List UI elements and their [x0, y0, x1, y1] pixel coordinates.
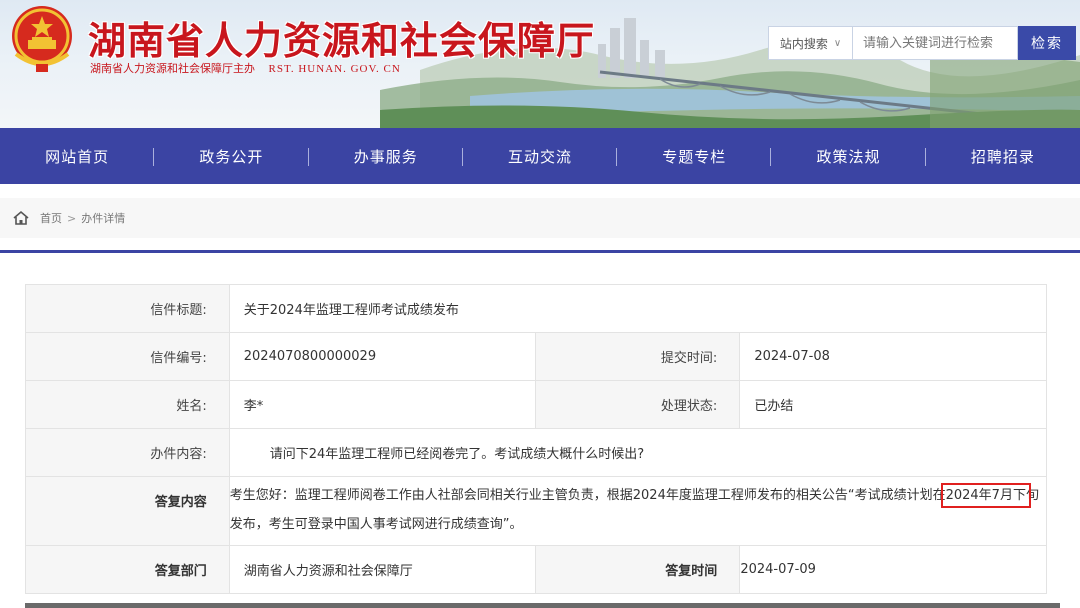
breadcrumb-current: 办件详情 — [81, 212, 126, 225]
site-subtitle: 湖南省人力资源和社会保障厅主办 RST. HUNAN. GOV. CN — [90, 60, 401, 76]
nav-item-policies[interactable]: 政策法规 — [771, 146, 926, 167]
bottom-scroll-edge — [25, 603, 1060, 608]
reply-label: 答复内容 — [25, 476, 230, 546]
nav-item-topics[interactable]: 专题专栏 — [617, 146, 772, 167]
nav-item-services[interactable]: 办事服务 — [309, 146, 464, 167]
submit-time-label: 提交时间: — [534, 332, 741, 381]
search-input-wrap — [852, 26, 1018, 60]
search-scope-label: 站内搜索 — [779, 36, 828, 51]
name-value: 李* — [228, 380, 536, 429]
site-search: 站内搜索 ∨ 检索 — [768, 26, 1076, 60]
number-value: 2024070800000029 — [228, 332, 536, 381]
site-domain: RST. HUNAN. GOV. CN — [268, 63, 401, 75]
national-emblem-icon — [12, 6, 72, 72]
breadcrumb: 首页 > 办件详情 — [0, 198, 1080, 238]
main-nav: 网站首页 政务公开 办事服务 互动交流 专题专栏 政策法规 招聘招录 — [0, 128, 1080, 184]
chevron-down-icon: ∨ — [833, 37, 842, 49]
case-detail-table: 信件标题: 关于2024年监理工程师考试成绩发布 信件编号: 202407080… — [25, 284, 1048, 594]
site-sponsor: 湖南省人力资源和社会保障厅主办 — [90, 62, 255, 75]
nav-item-gov-affairs[interactable]: 政务公开 — [154, 146, 309, 167]
number-label: 信件编号: — [25, 332, 230, 381]
nav-item-recruitment[interactable]: 招聘招录 — [926, 146, 1080, 167]
reply-time-value: 2024-07-09 — [739, 545, 1047, 594]
nav-item-interaction[interactable]: 互动交流 — [463, 146, 618, 167]
subject-value: 关于2024年监理工程师考试成绩发布 — [228, 284, 1048, 333]
dept-value: 湖南省人力资源和社会保障厅 — [228, 545, 536, 594]
table-row-subject: 信件标题: 关于2024年监理工程师考试成绩发布 — [25, 284, 1048, 333]
status-label: 处理状态: — [534, 380, 741, 429]
header-banner: 湖南省人力资源和社会保障厅 湖南省人力资源和社会保障厅主办 RST. HUNAN… — [0, 0, 1080, 128]
table-row-name: 姓名: 李* 处理状态: 已办结 — [25, 380, 1047, 429]
name-label: 姓名: — [25, 380, 230, 429]
content-label: 办件内容: — [25, 428, 230, 477]
nav-item-home[interactable]: 网站首页 — [0, 146, 155, 167]
subject-label: 信件标题: — [25, 284, 230, 333]
search-button[interactable]: 检索 — [1018, 26, 1076, 60]
breadcrumb-home[interactable]: 首页 — [40, 210, 62, 226]
home-icon[interactable] — [12, 209, 30, 227]
reply-text-part1: 考生您好：监理工程师阅卷工作由人社部会同相关行业主管负责，根据2024年度监理工… — [229, 488, 946, 503]
breadcrumb-separator: > — [67, 211, 77, 225]
search-scope-select[interactable]: 站内搜索 ∨ — [768, 26, 852, 60]
section-divider — [0, 250, 1080, 253]
table-row-content: 办件内容: 请问下24年监理工程师已经阅卷完了。考试成绩大概什么时候出? — [25, 428, 1048, 477]
reply-highlight: 2024年7月下 — [940, 483, 1031, 508]
dept-label: 答复部门 — [25, 545, 230, 594]
reply-time-label: 答复时间 — [534, 545, 741, 594]
table-row-reply: 答复内容 考生您好：监理工程师阅卷工作由人社部会同相关行业主管负责，根据2024… — [25, 476, 1048, 546]
content-value: 请问下24年监理工程师已经阅卷完了。考试成绩大概什么时候出? — [228, 428, 1048, 477]
status-value: 已办结 — [739, 380, 1047, 429]
search-input[interactable] — [863, 35, 1017, 51]
table-row-dept: 答复部门 湖南省人力资源和社会保障厅 答复时间 2024-07-09 — [25, 545, 1047, 594]
submit-time-value: 2024-07-08 — [739, 332, 1047, 381]
site-title: 湖南省人力资源和社会保障厅 — [88, 19, 596, 63]
table-row-number: 信件编号: 2024070800000029 提交时间: 2024-07-08 — [25, 332, 1047, 381]
reply-value: 考生您好：监理工程师阅卷工作由人社部会同相关行业主管负责，根据2024年度监理工… — [228, 476, 1048, 546]
